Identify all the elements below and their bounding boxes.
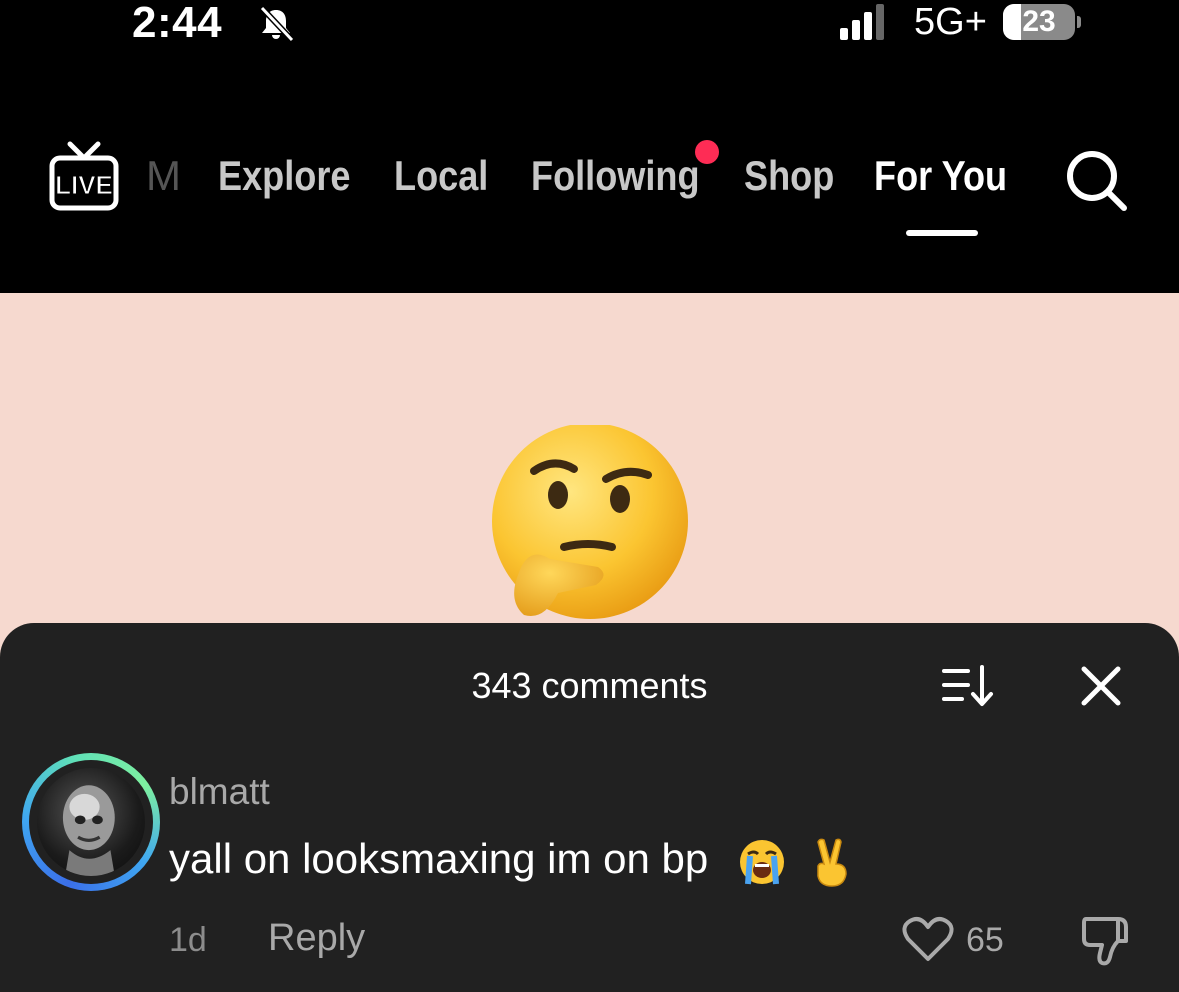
top-nav: LIVE M Explore Local Following Shop For … xyxy=(0,130,1179,240)
live-label: LIVE xyxy=(55,170,113,200)
active-tab-indicator xyxy=(906,230,978,236)
reply-button[interactable]: Reply xyxy=(268,917,365,960)
victory-hand-icon xyxy=(816,838,847,887)
dislike-icon[interactable] xyxy=(1078,911,1136,969)
comment-text: yall on looksmaxing im on bp xyxy=(169,835,856,888)
status-time: 2:44 xyxy=(132,0,223,47)
sort-icon[interactable] xyxy=(940,663,998,709)
tab-for-you[interactable]: For You xyxy=(874,152,1007,200)
comments-sheet: 343 comments blmatt yall on looksmaxing … xyxy=(0,623,1179,992)
heart-icon[interactable] xyxy=(902,915,954,963)
tab-shop[interactable]: Shop xyxy=(744,152,834,200)
battery-level: 23 xyxy=(1022,5,1056,38)
bell-slash-icon xyxy=(259,5,295,43)
comments-count-title: 343 comments xyxy=(471,665,708,706)
thinking-face-icon xyxy=(492,425,688,619)
comment-body: yall on looksmaxing im on bp xyxy=(169,835,709,882)
tab-following[interactable]: Following xyxy=(531,152,700,200)
following-notification-dot xyxy=(695,140,719,164)
network-type: 5G+ xyxy=(914,1,987,43)
avatar[interactable] xyxy=(22,753,160,891)
avatar-image xyxy=(62,785,115,876)
tab-local[interactable]: Local xyxy=(394,152,488,200)
tab-m[interactable]: M xyxy=(146,152,181,200)
live-tv-icon[interactable]: LIVE xyxy=(48,138,120,214)
search-icon[interactable] xyxy=(1062,146,1130,214)
tab-explore[interactable]: Explore xyxy=(218,152,350,200)
close-icon[interactable] xyxy=(1078,663,1124,709)
comment-item: blmatt yall on looksmaxing im on bp 1d R… xyxy=(0,751,1179,992)
like-count: 65 xyxy=(966,921,1004,959)
comment-username[interactable]: blmatt xyxy=(169,771,270,813)
battery-icon: 23 xyxy=(1003,4,1081,40)
signal-icon xyxy=(840,4,884,40)
status-bar: 2:44 5G+ 23 xyxy=(0,0,1179,60)
loudly-crying-face-icon xyxy=(739,839,784,885)
comment-timestamp: 1d xyxy=(169,921,207,959)
